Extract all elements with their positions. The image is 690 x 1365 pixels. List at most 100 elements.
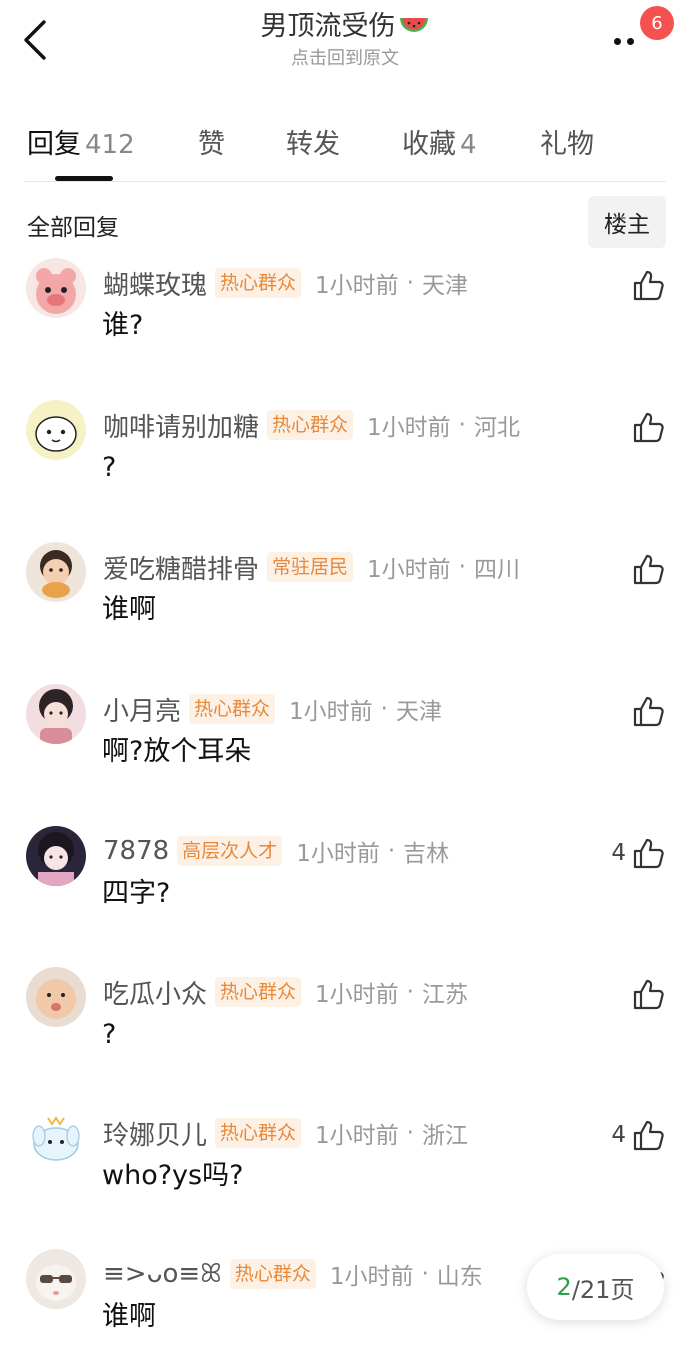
comment-item: 吃瓜小众 热心群众 1小时前 · 江苏 ? [0,967,690,1107]
tab-likes[interactable]: 赞 [198,122,225,161]
location: 河北 [473,415,520,441]
user-tag-badge: 高层次人才 [177,836,283,866]
meta-separator: · [421,1261,429,1287]
user-tag-badge: 热心群众 [215,1118,302,1148]
user-tag-badge: 热心群众 [215,977,302,1007]
meta-separator: · [406,270,414,296]
comment-header: 玲娜贝儿 热心群众 1小时前 · 浙江 [103,1114,468,1152]
top-bar: 男顶流受伤 点击回到原文 6 [0,0,690,90]
timestamp: 1小时前 [296,841,380,867]
tab-label: 赞 [198,129,225,160]
tab-gifts[interactable]: 礼物 [540,122,594,161]
comment-header: 吃瓜小众 热心群众 1小时前 · 江苏 [103,973,468,1011]
like-button[interactable] [626,694,666,728]
tab-replies[interactable]: 回复 412 [27,122,135,161]
comment-text: 谁啊 [102,1301,156,1332]
tab-label: 收藏 [402,129,456,160]
avatar[interactable] [26,967,86,1027]
thumb-up-icon [633,979,664,1010]
timestamp: 1小时前 [367,415,451,441]
location: 浙江 [421,1123,468,1149]
current-page: 2 [556,1273,572,1301]
comment-item: 咖啡请别加糖 热心群众 1小时前 · 河北 ? [0,400,690,540]
like-count: 4 [611,840,626,866]
comment-text: 四字? [102,878,171,909]
like-button[interactable]: 4 [611,836,666,870]
section-title: 全部回复 [27,215,119,241]
avatar[interactable] [26,1108,86,1168]
timestamp: 1小时前 [289,699,373,725]
comment-text: who?ys吗? [102,1160,244,1191]
comment-header: ≡>ᴗo≡ꕤ 热心群众 1小时前 · 山东 [103,1255,483,1293]
page-indicator[interactable]: 2/21页 [527,1254,664,1320]
tab-label: 回复 [27,129,81,160]
user-tag-badge: 热心群众 [215,268,302,298]
thumb-up-icon [633,696,664,727]
tab-favorites[interactable]: 收藏 4 [402,122,477,161]
user-tag-badge: 常驻居民 [267,552,354,582]
like-button[interactable] [626,552,666,586]
location: 江苏 [421,982,468,1008]
username[interactable]: 吃瓜小众 [103,974,207,1011]
comment-header: 咖啡请别加糖 热心群众 1小时前 · 河北 [103,406,520,444]
avatar[interactable] [26,684,86,744]
timestamp: 1小时前 [315,273,399,299]
username[interactable]: ≡>ᴗo≡ꕤ [103,1259,222,1290]
thumb-up-icon [633,554,664,585]
tab-reposts[interactable]: 转发 [286,122,340,161]
avatar[interactable] [26,400,86,460]
thumb-up-icon [633,412,664,443]
avatar[interactable] [26,542,86,602]
username[interactable]: 玲娜贝儿 [103,1115,207,1152]
avatar[interactable] [26,258,86,318]
watermelon-emoji-icon [399,18,428,32]
tab-label: 礼物 [540,129,594,160]
more-dots-icon [614,38,621,45]
like-button[interactable] [626,410,666,444]
back-to-original-link[interactable]: 点击回到原文 [0,46,690,72]
meta-separator: · [458,412,466,438]
comment-text: 谁啊 [102,594,156,625]
avatar[interactable] [26,826,86,886]
username[interactable]: 咖啡请别加糖 [103,407,259,444]
total-pages: /21页 [571,1275,635,1304]
like-button[interactable] [626,268,666,302]
meta-separator: · [380,696,388,722]
comment-header: 爱吃糖醋排骨 常驻居民 1小时前 · 四川 [103,548,520,586]
username[interactable]: 蝴蝶玫瑰 [103,265,207,302]
user-tag-badge: 热心群众 [229,1259,316,1289]
meta-separator: · [387,838,396,864]
user-tag-badge: 热心群众 [267,410,354,440]
tab-count: 412 [85,130,135,160]
username[interactable]: 7878 [103,836,169,866]
user-tag-badge: 热心群众 [189,694,276,724]
timestamp: 1小时前 [329,1264,414,1290]
meta-separator: · [406,979,414,1005]
comment-item: 爱吃糖醋排骨 常驻居民 1小时前 · 四川 谁啊 [0,542,690,682]
avatar[interactable] [26,1249,86,1309]
op-only-button[interactable]: 楼主 [588,196,666,248]
comment-header: 蝴蝶玫瑰 热心群众 1小时前 · 天津 [103,264,468,302]
like-count: 4 [611,1122,626,1148]
comment-text: ? [102,1019,117,1050]
timestamp: 1小时前 [315,1123,399,1149]
username[interactable]: 爱吃糖醋排骨 [103,549,259,586]
comment-text: 啊?放个耳朵 [102,736,252,767]
timestamp: 1小时前 [315,982,399,1008]
page-title: 男顶流受伤 [261,8,430,46]
notification-badge[interactable]: 6 [640,6,674,40]
meta-separator: · [458,554,466,580]
comment-header: 小月亮 热心群众 1小时前 · 天津 [103,690,442,728]
username[interactable]: 小月亮 [103,691,181,728]
thumb-up-icon [633,838,664,869]
location: 四川 [473,557,520,583]
like-button[interactable]: 4 [611,1118,666,1152]
comment-header: 7878 高层次人才 1小时前 · 吉林 [103,832,449,870]
meta-separator: · [406,1120,414,1146]
location: 天津 [395,699,442,725]
comment-text: 谁? [102,310,144,341]
comment-item: 蝴蝶玫瑰 热心群众 1小时前 · 天津 谁? [0,258,690,398]
like-button[interactable] [626,977,666,1011]
location: 吉林 [403,841,450,867]
location: 天津 [421,273,468,299]
